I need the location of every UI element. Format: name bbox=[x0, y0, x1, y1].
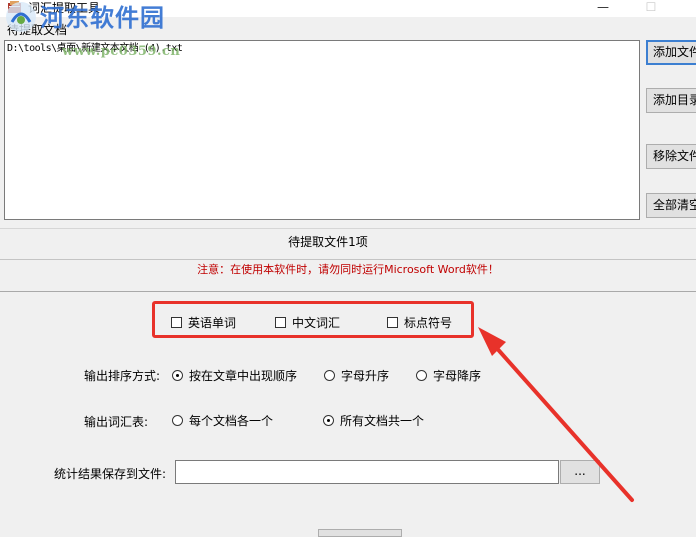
maximize-button[interactable]: ☐ bbox=[628, 0, 674, 17]
sort-alpha-desc-radio[interactable]: 字母降序 bbox=[416, 367, 481, 383]
divider bbox=[0, 291, 696, 292]
add-directory-button[interactable]: 添加目录 bbox=[646, 88, 696, 113]
radio-label: 字母降序 bbox=[433, 368, 482, 383]
save-to-file-label: 统计结果保存到文件: bbox=[54, 467, 167, 481]
radio-label: 每个文档各一个 bbox=[189, 413, 274, 428]
start-button[interactable] bbox=[318, 529, 402, 537]
watermark-url: www.pc0359.cn bbox=[62, 44, 181, 59]
pending-count-label: 待提取文件1项 bbox=[288, 235, 368, 249]
highlight-annotation bbox=[152, 301, 474, 338]
vocab-each-doc-radio[interactable]: 每个文档各一个 bbox=[172, 412, 273, 428]
radio-dot[interactable] bbox=[323, 414, 334, 426]
browse-button[interactable]: ... bbox=[560, 460, 600, 484]
radio-dot[interactable] bbox=[172, 369, 183, 381]
vocab-all-docs-radio[interactable]: 所有文档共一个 bbox=[323, 412, 424, 428]
watermark-title: 河东软件园 bbox=[40, 4, 165, 32]
warning-message: 注意：在使用本软件时，请勿同时运行Microsoft Word软件！ bbox=[197, 263, 499, 276]
minimize-button[interactable]: — bbox=[580, 0, 626, 17]
sort-appearance-radio[interactable]: 按在文章中出现顺序 bbox=[172, 367, 297, 383]
remove-file-button[interactable]: 移除文件 bbox=[646, 144, 696, 169]
radio-label: 按在文章中出现顺序 bbox=[189, 368, 298, 383]
sort-alpha-asc-radio[interactable]: 字母升序 bbox=[324, 367, 389, 383]
clear-all-button[interactable]: 全部清空 bbox=[646, 193, 696, 218]
file-list[interactable]: D:\tools\桌面\新建文本文档 (4).txt bbox=[4, 40, 640, 220]
watermark-logo-icon bbox=[6, 2, 36, 32]
add-file-button[interactable]: 添加文件 bbox=[646, 40, 696, 65]
sort-order-label: 输出排序方式: bbox=[84, 369, 161, 383]
radio-dot[interactable] bbox=[416, 369, 427, 381]
vocab-output-label: 输出词汇表: bbox=[84, 415, 149, 429]
radio-label: 字母升序 bbox=[341, 368, 390, 383]
radio-dot[interactable] bbox=[172, 414, 183, 426]
radio-label: 所有文档共一个 bbox=[340, 413, 425, 428]
save-path-input[interactable] bbox=[175, 460, 559, 484]
radio-dot[interactable] bbox=[324, 369, 335, 381]
